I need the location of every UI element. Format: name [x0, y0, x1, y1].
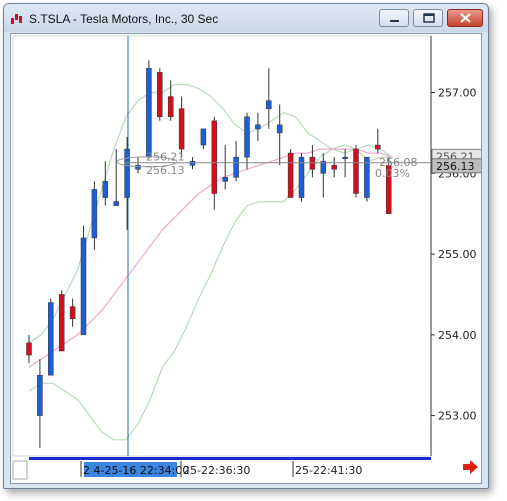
y-tick-label: 257.00 [438, 87, 477, 100]
y-tick-label: 255.00 [438, 248, 477, 261]
price-chart[interactable]: 257.00256.00255.00254.00253.00256.21256.… [11, 34, 481, 483]
y-tick-label: 254.00 [438, 329, 477, 342]
candle-body[interactable] [69, 306, 76, 319]
candle-body[interactable] [48, 302, 54, 376]
scroll-right-arrow-icon[interactable] [463, 460, 478, 474]
close-icon [460, 13, 471, 23]
close-button[interactable] [447, 9, 483, 27]
candle-body[interactable] [266, 100, 272, 109]
chart-window: S.TSLA - Tesla Motors, Inc., 30 Sec 257.… [3, 3, 489, 489]
minimize-icon [390, 20, 399, 22]
candle-body[interactable] [211, 120, 218, 194]
candle-body[interactable] [276, 124, 283, 134]
overlay-ask-label: 256.13 [146, 164, 185, 177]
candle-body[interactable] [157, 72, 163, 118]
candle-body[interactable] [113, 201, 119, 206]
candle-body[interactable] [287, 152, 294, 198]
plot-frame [12, 35, 432, 457]
overlay-change-label: 0.03% [375, 167, 410, 180]
candle-body[interactable] [200, 128, 207, 146]
candle-body[interactable] [124, 148, 130, 198]
candle-body[interactable] [80, 237, 87, 336]
maximize-icon [423, 13, 435, 23]
x-tick-label: 25-22:36:30 [183, 464, 250, 477]
x-tick-label: 2 4-25-16 22:34:00 [83, 464, 189, 477]
last-price-badge-label: 256.13 [436, 160, 475, 173]
candle-body[interactable] [244, 116, 250, 158]
maximize-button[interactable] [413, 9, 443, 27]
x-tick-label: 25-22:41:30 [295, 464, 362, 477]
candle-body[interactable] [135, 164, 141, 170]
scroll-left-box[interactable] [12, 460, 28, 480]
candle-body[interactable] [375, 144, 381, 150]
minimize-button[interactable] [379, 9, 409, 27]
candle-body[interactable] [102, 181, 109, 198]
candle-body[interactable] [167, 96, 174, 118]
chart-area[interactable]: 257.00 256.00 255.00 254.00 253.00 256.21 256.… [10, 33, 482, 484]
window-title: S.TSLA - Tesla Motors, Inc., 30 Sec [29, 12, 219, 26]
candle-body[interactable] [91, 189, 98, 239]
candle-body[interactable] [146, 68, 152, 158]
candle-body[interactable] [37, 374, 43, 416]
candle-body[interactable] [222, 177, 228, 182]
overlay-bid-label: 256.21 [146, 150, 185, 163]
x-axis-scroll-track[interactable] [29, 457, 431, 460]
candle-body[interactable] [255, 124, 261, 130]
app-chart-icon [11, 14, 22, 24]
y-tick-label: 253.00 [438, 410, 477, 423]
candle-body[interactable] [26, 342, 32, 356]
title-bar[interactable]: S.TSLA - Tesla Motors, Inc., 30 Sec [4, 4, 488, 32]
candle-body[interactable] [233, 156, 239, 178]
candle-body[interactable] [331, 164, 337, 170]
candle-body[interactable] [353, 148, 359, 194]
candle-body[interactable] [178, 108, 185, 150]
candle-body[interactable] [58, 294, 65, 352]
candle-body[interactable] [342, 156, 348, 159]
